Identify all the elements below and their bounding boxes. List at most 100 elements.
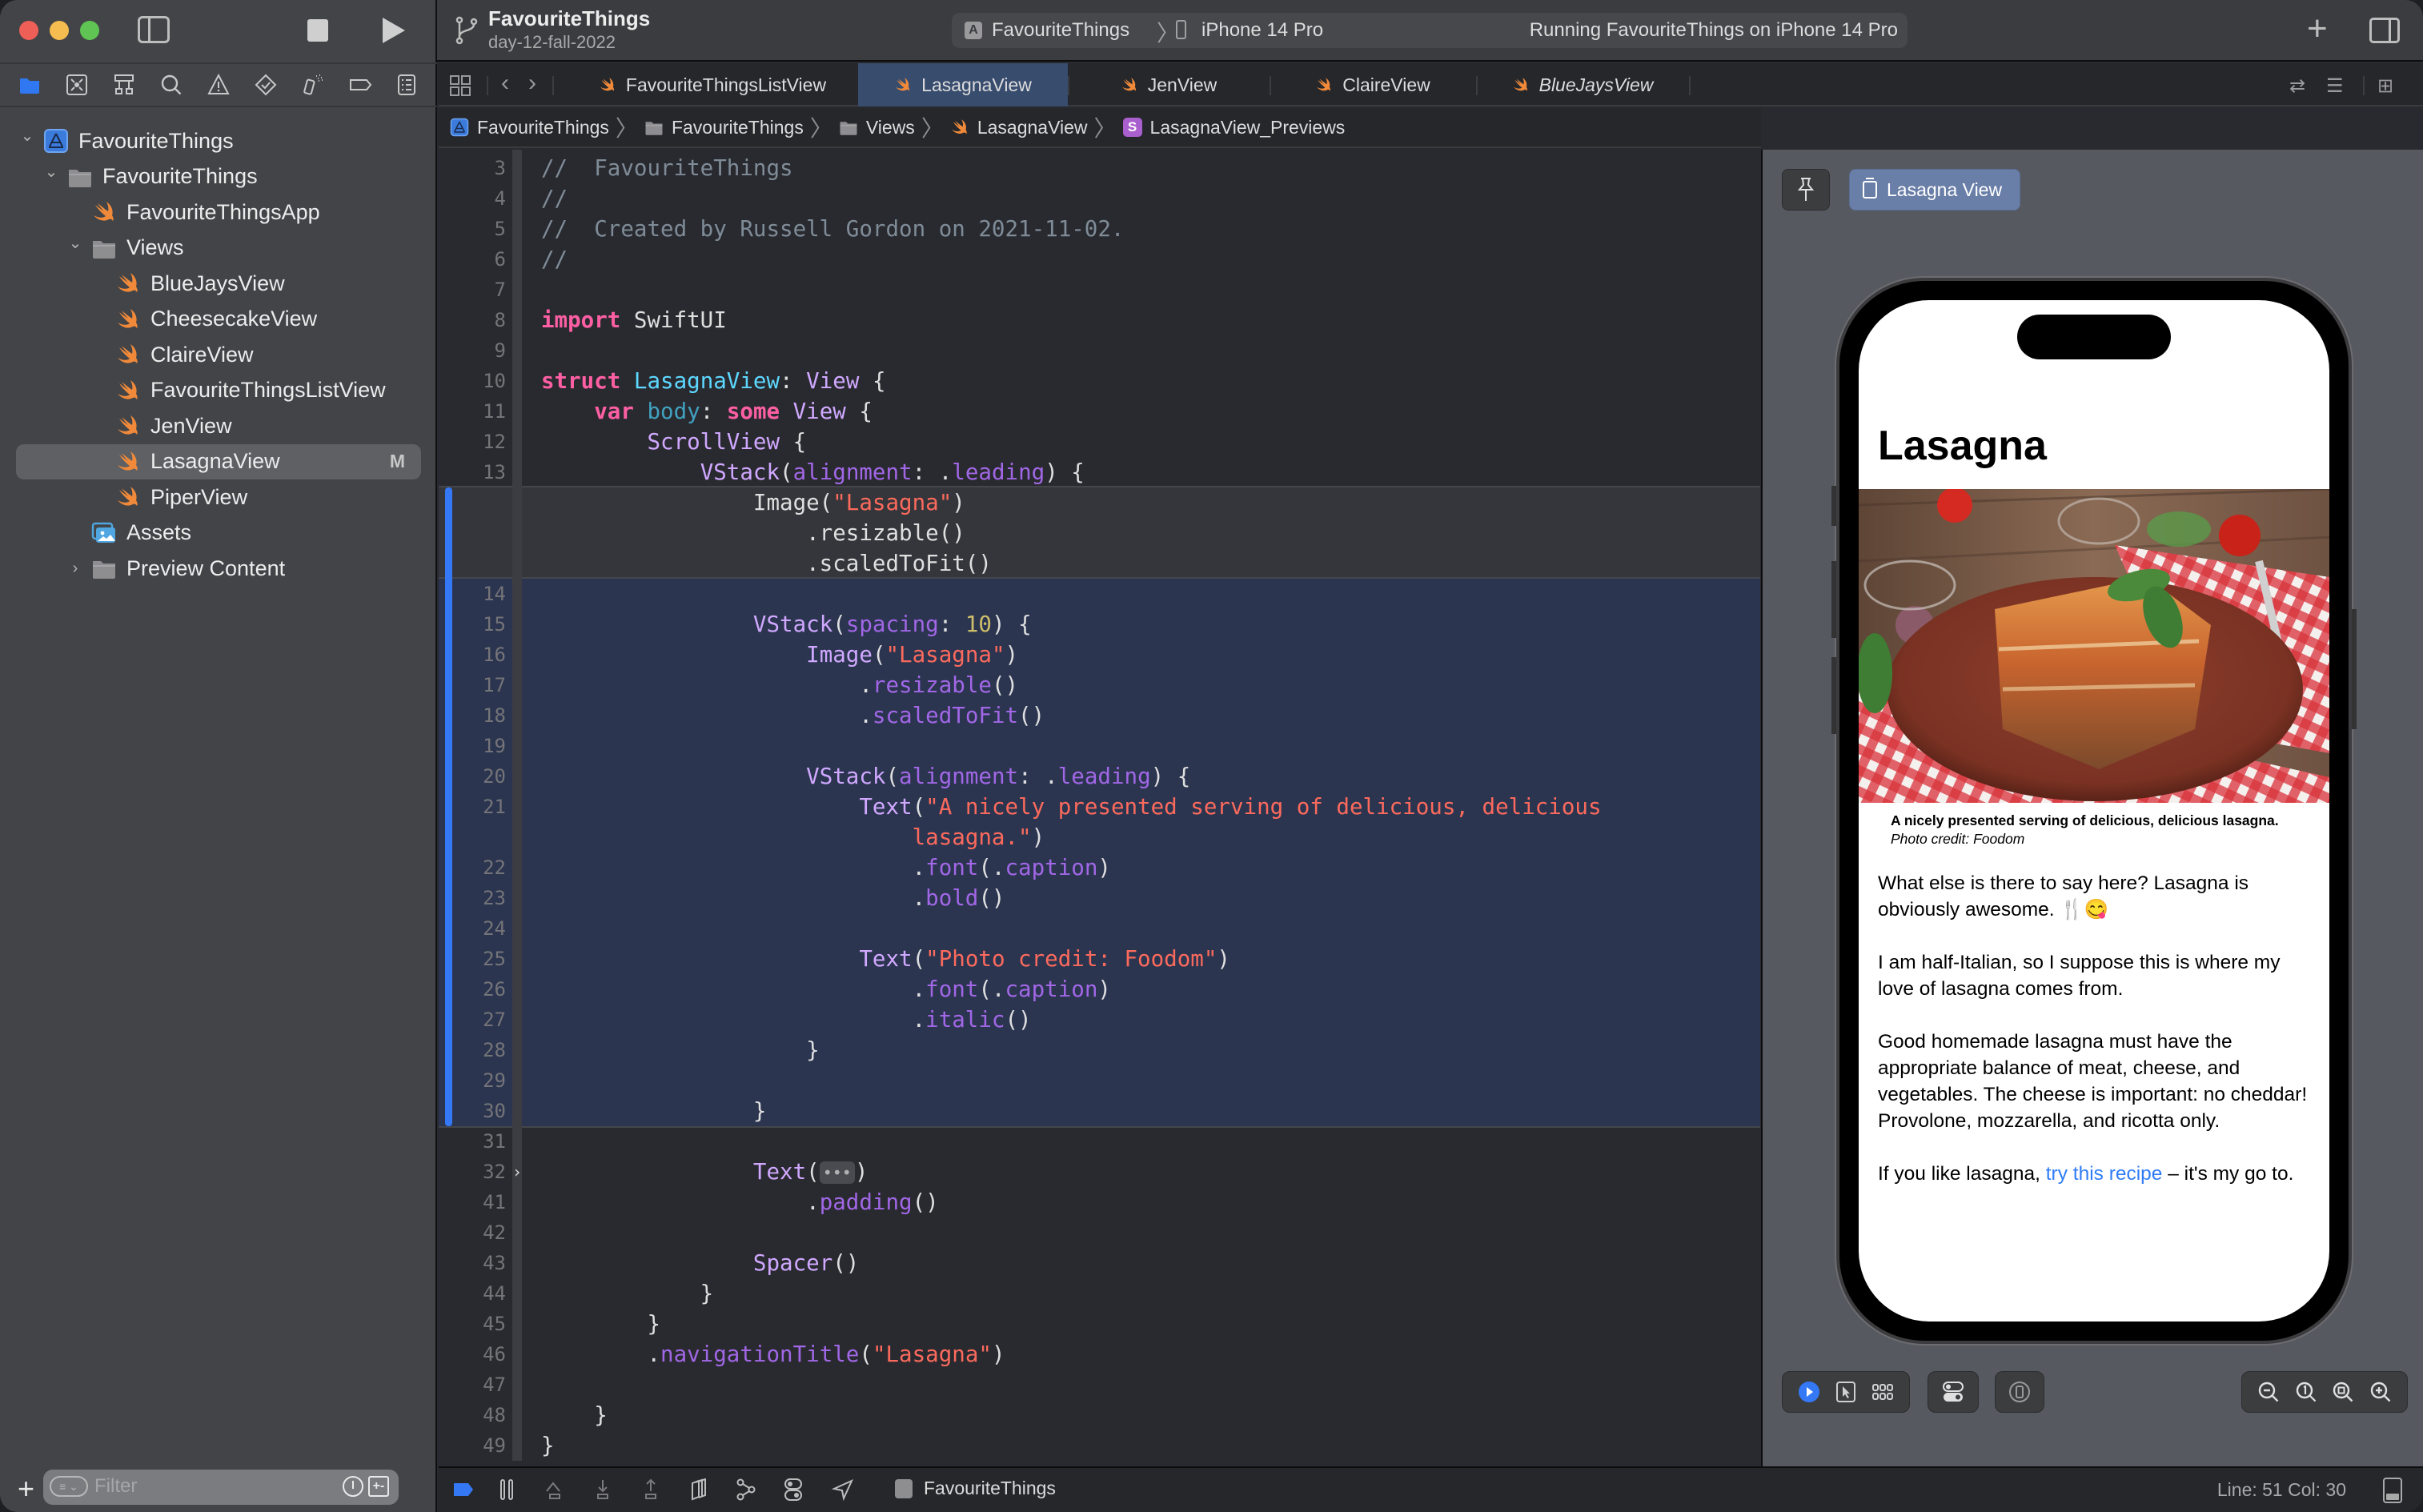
source-control-navigator-icon[interactable] — [65, 73, 89, 97]
zoom-to-fit-icon[interactable] — [2330, 1379, 2356, 1405]
scheme-selector[interactable]: FavouriteThings — [992, 19, 1129, 42]
environment-overrides-icon[interactable] — [781, 1478, 805, 1502]
tree-item[interactable]: LasagnaView M — [16, 443, 421, 479]
device-button[interactable] — [1995, 1371, 2044, 1413]
code-token: VStack — [700, 459, 780, 485]
tree-item[interactable]: ⌄ FavouriteThings — [0, 123, 437, 159]
step-out-icon[interactable] — [639, 1478, 663, 1502]
tree-item[interactable]: PiperView — [0, 479, 437, 515]
chevron-down-icon[interactable]: ⌄ — [67, 235, 83, 251]
tab-jenview[interactable]: JenView — [1068, 63, 1270, 106]
image-caption: A nicely presented serving of delicious,… — [1891, 812, 2323, 848]
breadcrumb-item[interactable]: S LasagnaView_Previews — [1122, 117, 1345, 138]
toggle-navigator-icon[interactable] — [138, 16, 170, 43]
variants-icon[interactable] — [1870, 1379, 1895, 1405]
back-icon[interactable]: ‹ — [501, 70, 509, 97]
chevron-down-icon[interactable]: ⌄ — [43, 164, 59, 180]
run-icon[interactable] — [383, 18, 405, 43]
breakpoint-navigator-icon[interactable] — [348, 73, 372, 97]
tree-item-label: FavouriteThingsApp — [126, 199, 320, 224]
toggle-inspector-icon[interactable] — [2369, 18, 2400, 43]
tree-item[interactable]: FavouriteThingsApp — [0, 195, 437, 231]
code-token: { — [780, 429, 807, 455]
tab-lasagnaview[interactable]: LasagnaView — [858, 63, 1068, 106]
selectable-mode-icon[interactable] — [1833, 1379, 1859, 1405]
minimize-window-button[interactable] — [50, 21, 69, 40]
chevron-right-icon[interactable]: › — [67, 560, 83, 576]
tree-item[interactable]: ⌄ Views — [0, 231, 437, 267]
step-into-icon[interactable] — [591, 1478, 615, 1502]
chevron-down-icon[interactable]: ⌄ — [19, 128, 35, 144]
live-mode-icon[interactable] — [1796, 1379, 1822, 1405]
code-token: () — [991, 672, 1019, 698]
report-navigator-icon[interactable] — [395, 73, 419, 97]
filter-input[interactable]: ≡ ⌄ Filter +- — [43, 1470, 399, 1505]
code-token: ) — [1097, 855, 1111, 880]
tree-item[interactable]: BlueJaysView — [0, 266, 437, 302]
chevron-right-icon: 〉 — [1093, 116, 1117, 141]
stop-icon[interactable] — [307, 19, 328, 42]
tab-bluejaysview[interactable]: BlueJaysView — [1476, 63, 1689, 106]
tree-item[interactable]: CheesecakeView — [0, 302, 437, 338]
toggle-debug-area-icon[interactable] — [2383, 1478, 2402, 1503]
breadcrumb-item[interactable]: LasagnaView — [950, 117, 1088, 138]
symbol-navigator-icon[interactable] — [112, 73, 136, 97]
step-over-icon[interactable] — [543, 1478, 567, 1502]
issue-navigator-icon[interactable] — [207, 73, 231, 97]
memory-graph-icon[interactable] — [733, 1478, 757, 1502]
recent-files-icon[interactable] — [343, 1476, 363, 1497]
device-settings-icon — [1940, 1379, 1966, 1405]
breadcrumb-item[interactable]: Views — [839, 117, 915, 138]
add-file-button[interactable]: + — [18, 1473, 34, 1505]
breakpoints-toggle-icon[interactable] — [451, 1478, 475, 1502]
editor-options-icon[interactable]: ☰ — [2326, 74, 2344, 98]
tree-item[interactable]: ⌄ FavouriteThings — [0, 159, 437, 195]
line-number: 3 — [494, 157, 506, 179]
zoom-out-icon[interactable] — [2256, 1379, 2281, 1405]
tab-label: BlueJaysView — [1538, 74, 1654, 95]
tree-item[interactable]: JenView — [0, 408, 437, 444]
code-token: Spacer — [752, 1250, 833, 1276]
zoom-window-button[interactable] — [80, 21, 99, 40]
zoom-in-icon[interactable] — [2368, 1379, 2393, 1405]
debug-navigator-icon[interactable] — [301, 73, 325, 97]
filter-options-icon[interactable]: ≡ ⌄ — [50, 1476, 88, 1497]
folded-code-button[interactable]: ••• — [819, 1161, 855, 1184]
device-settings-button[interactable] — [1928, 1371, 1979, 1413]
breadcrumb-item[interactable]: FavouriteThings — [644, 117, 804, 138]
source-control-filter-icon[interactable]: +- — [368, 1476, 389, 1497]
breadcrumb-item[interactable]: FavouriteThings — [450, 117, 609, 138]
test-navigator-icon[interactable] — [254, 73, 278, 97]
tree-item[interactable]: Assets — [0, 515, 437, 551]
related-items-icon[interactable] — [450, 75, 471, 96]
library-add-button[interactable]: + — [2307, 11, 2328, 46]
code-line: 22 .font(.caption) — [439, 852, 1760, 883]
pin-preview-button[interactable] — [1782, 169, 1830, 211]
simulate-location-icon[interactable] — [831, 1478, 855, 1502]
tree-item[interactable]: FavouriteThingsListView — [0, 373, 437, 409]
tree-item[interactable]: › Preview Content — [0, 551, 437, 587]
unfold-chevron-icon[interactable]: › — [512, 1162, 522, 1181]
run-destination-selector[interactable]: iPhone 14 Pro — [1201, 19, 1323, 42]
code-token: { — [859, 368, 886, 394]
view-hierarchy-icon[interactable] — [687, 1478, 711, 1502]
swift-file-icon — [118, 308, 138, 328]
source-editor[interactable]: 3 // FavouriteThings 4 // 5 // Created by Rus… — [439, 150, 1760, 1466]
forward-icon[interactable]: › — [528, 70, 536, 97]
preview-selector[interactable]: Lasagna View — [1849, 169, 2020, 211]
app-screen[interactable]: Lasagna A nicely presented serving of de… — [1859, 300, 2329, 1321]
recipe-link[interactable]: try this recipe — [2046, 1163, 2163, 1185]
tab-claireview[interactable]: ClaireView — [1270, 63, 1476, 106]
zoom-actual-size-icon[interactable] — [2293, 1379, 2319, 1405]
pause-icon[interactable] — [495, 1478, 519, 1502]
tree-item[interactable]: ClaireView — [0, 337, 437, 373]
add-editor-icon[interactable]: ⊞ — [2377, 74, 2393, 98]
code-text: // — [541, 186, 568, 211]
close-window-button[interactable] — [19, 21, 38, 40]
project-navigator-icon[interactable] — [18, 73, 42, 97]
tab-favouritethingslistview[interactable]: FavouriteThingsListView — [567, 63, 858, 106]
editor-tab-bar: ‹ › FavouriteThingsListView LasagnaView Je… — [439, 63, 2423, 106]
code-text: var body: some View { — [541, 399, 873, 424]
find-navigator-icon[interactable] — [159, 73, 183, 97]
swap-editors-icon[interactable]: ⇄ — [2289, 74, 2305, 98]
